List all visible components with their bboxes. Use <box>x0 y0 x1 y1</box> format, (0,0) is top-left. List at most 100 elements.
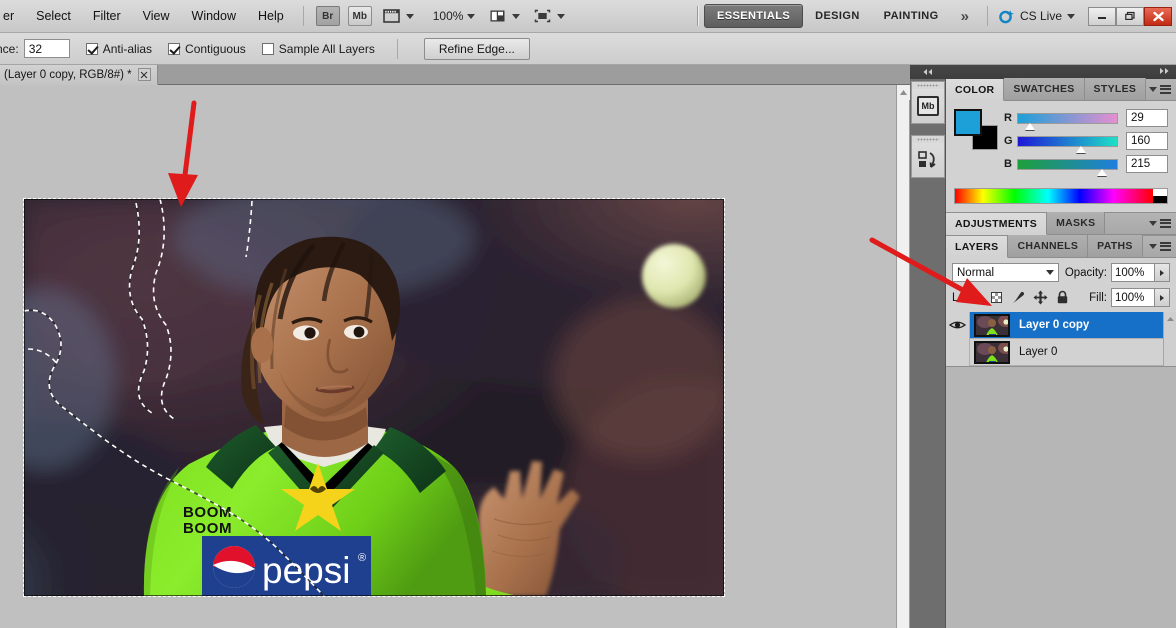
menu-window[interactable]: Window <box>181 5 247 27</box>
lock-position-icon[interactable] <box>1033 290 1048 305</box>
spectrum-hue-bar[interactable] <box>955 189 1153 203</box>
workspace-more-icon[interactable]: » <box>951 8 979 25</box>
close-button[interactable] <box>1144 6 1172 26</box>
mini-bridge-button[interactable]: Mb <box>347 6 372 26</box>
scroll-up-icon[interactable] <box>897 85 910 100</box>
red-slider-row: R <box>1004 109 1168 130</box>
layers-panel-menu-icon[interactable] <box>1149 240 1171 252</box>
green-slider-track[interactable] <box>1017 135 1118 153</box>
cs-live-chevron-down-icon[interactable] <box>1067 13 1075 19</box>
workspace-tab-essentials[interactable]: ESSENTIALS <box>704 4 804 28</box>
anti-alias-label: Anti-alias <box>102 41 153 56</box>
refine-edge-button[interactable]: Refine Edge... <box>423 37 530 60</box>
layer-list-scrollbar[interactable] <box>1163 312 1176 366</box>
opacity-stepper[interactable] <box>1155 263 1170 282</box>
document-image[interactable]: BOOM BOOM pepsi ® <box>24 199 724 596</box>
tab-swatches[interactable]: SWATCHES <box>1004 78 1085 100</box>
minimize-button[interactable] <box>1088 6 1116 26</box>
red-value-input[interactable] <box>1126 109 1168 127</box>
contiguous-checkbox-box <box>168 42 181 55</box>
layer-row-1[interactable]: Layer 0 <box>946 338 1176 366</box>
blue-slider-track[interactable] <box>1017 158 1118 176</box>
tab-layers[interactable]: LAYERS <box>946 236 1009 258</box>
tab-paths[interactable]: PATHS <box>1088 235 1143 257</box>
sample-all-layers-checkbox[interactable]: Sample All Layers <box>261 42 375 56</box>
document-close-icon[interactable] <box>137 68 151 81</box>
menu-help[interactable]: Help <box>247 5 295 27</box>
tolerance-input[interactable] <box>23 39 70 58</box>
color-panel: COLOR SWATCHES STYLES R 29 G 160 B 215 <box>946 78 1176 213</box>
cslive-divider <box>986 6 988 26</box>
lock-all-icon[interactable] <box>1055 290 1070 305</box>
workspace-tab-design[interactable]: DESIGN <box>803 5 872 27</box>
canvas-vertical-scrollbar[interactable] <box>896 85 910 628</box>
foreground-color-swatch[interactable] <box>954 109 982 136</box>
layer-thumbnail-1[interactable] <box>974 340 1010 364</box>
layer-thumbnail-0[interactable] <box>974 313 1010 337</box>
layer-scroll-up-icon[interactable] <box>1164 312 1176 326</box>
menu-view[interactable]: View <box>132 5 181 27</box>
color-spectrum-ramp[interactable] <box>954 188 1168 204</box>
zoom-chevron-down-icon[interactable] <box>467 13 476 19</box>
dock-grip-2[interactable] <box>912 136 944 143</box>
lock-transparent-pixels-icon[interactable] <box>989 290 1004 305</box>
adjustments-panel-menu-icon[interactable] <box>1149 217 1171 229</box>
blue-slider-row: B <box>1004 155 1168 176</box>
menu-filter[interactable]: Filter <box>82 5 132 27</box>
restore-button[interactable] <box>1116 6 1144 26</box>
svg-text:®: ® <box>358 552 366 564</box>
lock-image-pixels-icon[interactable] <box>1011 290 1026 305</box>
layer-name-0[interactable]: Layer 0 copy <box>1019 319 1089 331</box>
panel-expand-icon[interactable] <box>1157 67 1171 77</box>
layer-visibility-toggle-0[interactable] <box>946 311 970 339</box>
fill-stepper[interactable] <box>1155 288 1170 307</box>
window-controls <box>1088 6 1172 26</box>
blue-value-input[interactable] <box>1126 155 1168 173</box>
dock-collapse-icon[interactable] <box>910 65 946 79</box>
tolerance-label: nce: <box>0 41 19 56</box>
blue-slider-thumb[interactable] <box>1097 168 1108 176</box>
blend-opacity-row: Normal Opacity: <box>946 258 1176 286</box>
layer-visibility-toggle-1[interactable] <box>946 338 970 366</box>
mini-bridge-icon[interactable]: Mb <box>912 89 944 123</box>
color-panel-body: R G B <box>946 101 1176 184</box>
menu-filter-partial[interactable]: er <box>0 5 25 27</box>
history-icon[interactable] <box>912 143 944 177</box>
dock-grip[interactable] <box>912 82 944 89</box>
menu-items: er Select Filter View Window Help <box>0 0 295 33</box>
arrange-documents-icon[interactable] <box>488 7 508 25</box>
view-extras-icon[interactable] <box>533 7 553 25</box>
screen-mode-icon[interactable] <box>382 7 402 25</box>
document-tab[interactable]: (Layer 0 copy, RGB/8#) * <box>0 65 158 85</box>
tab-styles[interactable]: STYLES <box>1084 78 1147 100</box>
opacity-input[interactable] <box>1111 263 1155 282</box>
green-value-input[interactable] <box>1126 132 1168 150</box>
red-slider-thumb[interactable] <box>1024 122 1035 130</box>
green-slider-thumb[interactable] <box>1076 145 1087 153</box>
menu-select[interactable]: Select <box>25 5 82 27</box>
canvas-area[interactable]: BOOM BOOM pepsi ® <box>0 85 888 628</box>
red-slider-track[interactable] <box>1017 112 1118 130</box>
bridge-button[interactable]: Br <box>315 6 340 26</box>
layer-list: Layer 0 copy Layer 0 <box>946 311 1176 366</box>
tab-adjustments[interactable]: ADJUSTMENTS <box>946 213 1048 235</box>
workspace-tab-painting[interactable]: PAINTING <box>872 5 951 27</box>
red-label: R <box>1004 112 1012 124</box>
cs-live-button[interactable]: CS Live <box>998 8 1082 25</box>
screen-mode-chevron-down-icon[interactable] <box>405 13 414 19</box>
view-extras-chevron-down-icon[interactable] <box>557 13 566 19</box>
color-swatches <box>954 109 998 151</box>
arrange-chevron-down-icon[interactable] <box>512 13 521 19</box>
anti-alias-checkbox[interactable]: Anti-alias <box>85 41 153 56</box>
color-panel-menu-icon[interactable] <box>1149 83 1171 95</box>
spectrum-white-black[interactable] <box>1153 189 1167 203</box>
layer-name-1[interactable]: Layer 0 <box>1019 346 1057 358</box>
layer-row-0[interactable]: Layer 0 copy <box>946 311 1176 339</box>
tab-masks[interactable]: MASKS <box>1047 212 1106 234</box>
tab-channels[interactable]: CHANNELS <box>1008 235 1089 257</box>
blend-mode-select[interactable]: Normal <box>952 263 1059 282</box>
fill-input[interactable] <box>1111 288 1155 307</box>
menu-bar: er Select Filter View Window Help Br Mb … <box>0 0 1176 33</box>
tab-color[interactable]: COLOR <box>946 79 1005 101</box>
contiguous-checkbox[interactable]: Contiguous <box>168 42 246 56</box>
